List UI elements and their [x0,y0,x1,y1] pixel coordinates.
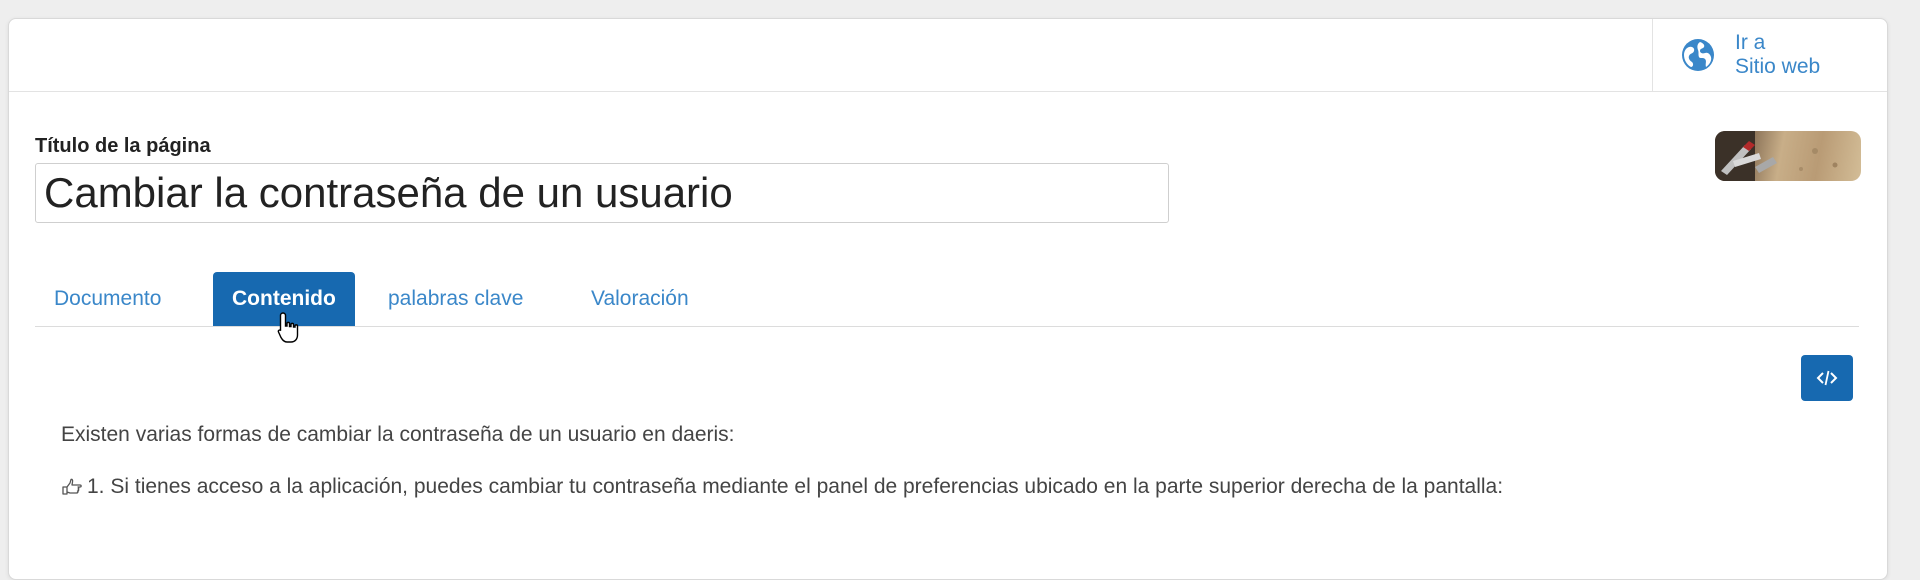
top-bar: Ir a Sitio web [9,19,1887,92]
tab-valoracion[interactable]: Valoración [591,272,689,326]
tab-bar: Documento Contenido palabras clave Valor… [35,272,1859,327]
goto-website-label: Ir a Sitio web [1735,31,1820,79]
tab-palabras-clave[interactable]: palabras clave [388,272,523,326]
page-title-input[interactable] [35,163,1169,223]
code-icon [1816,370,1838,386]
page-title-label: Título de la página [35,135,211,157]
page-thumbnail[interactable] [1715,131,1861,181]
source-code-button[interactable] [1801,355,1853,401]
goto-website-line1: Ir a [1735,31,1766,54]
content-item-1-text: 1. Si tienes acceso a la aplicación, pue… [87,475,1504,498]
content-intro: Existen varias formas de cambiar la cont… [61,423,735,446]
thumbnail-image [1715,131,1838,181]
content-item-1: 1. Si tienes acceso a la aplicación, pue… [61,475,1503,499]
editor-card: Ir a Sitio web Título de la página Docum… [8,18,1888,580]
tab-documento[interactable]: Documento [54,272,161,326]
hand-cursor-icon [277,312,299,343]
goto-website-button[interactable]: Ir a Sitio web [1652,19,1887,91]
globe-icon [1682,39,1714,71]
goto-website-line2: Sitio web [1735,55,1821,78]
pointing-hand-icon [62,478,82,495]
